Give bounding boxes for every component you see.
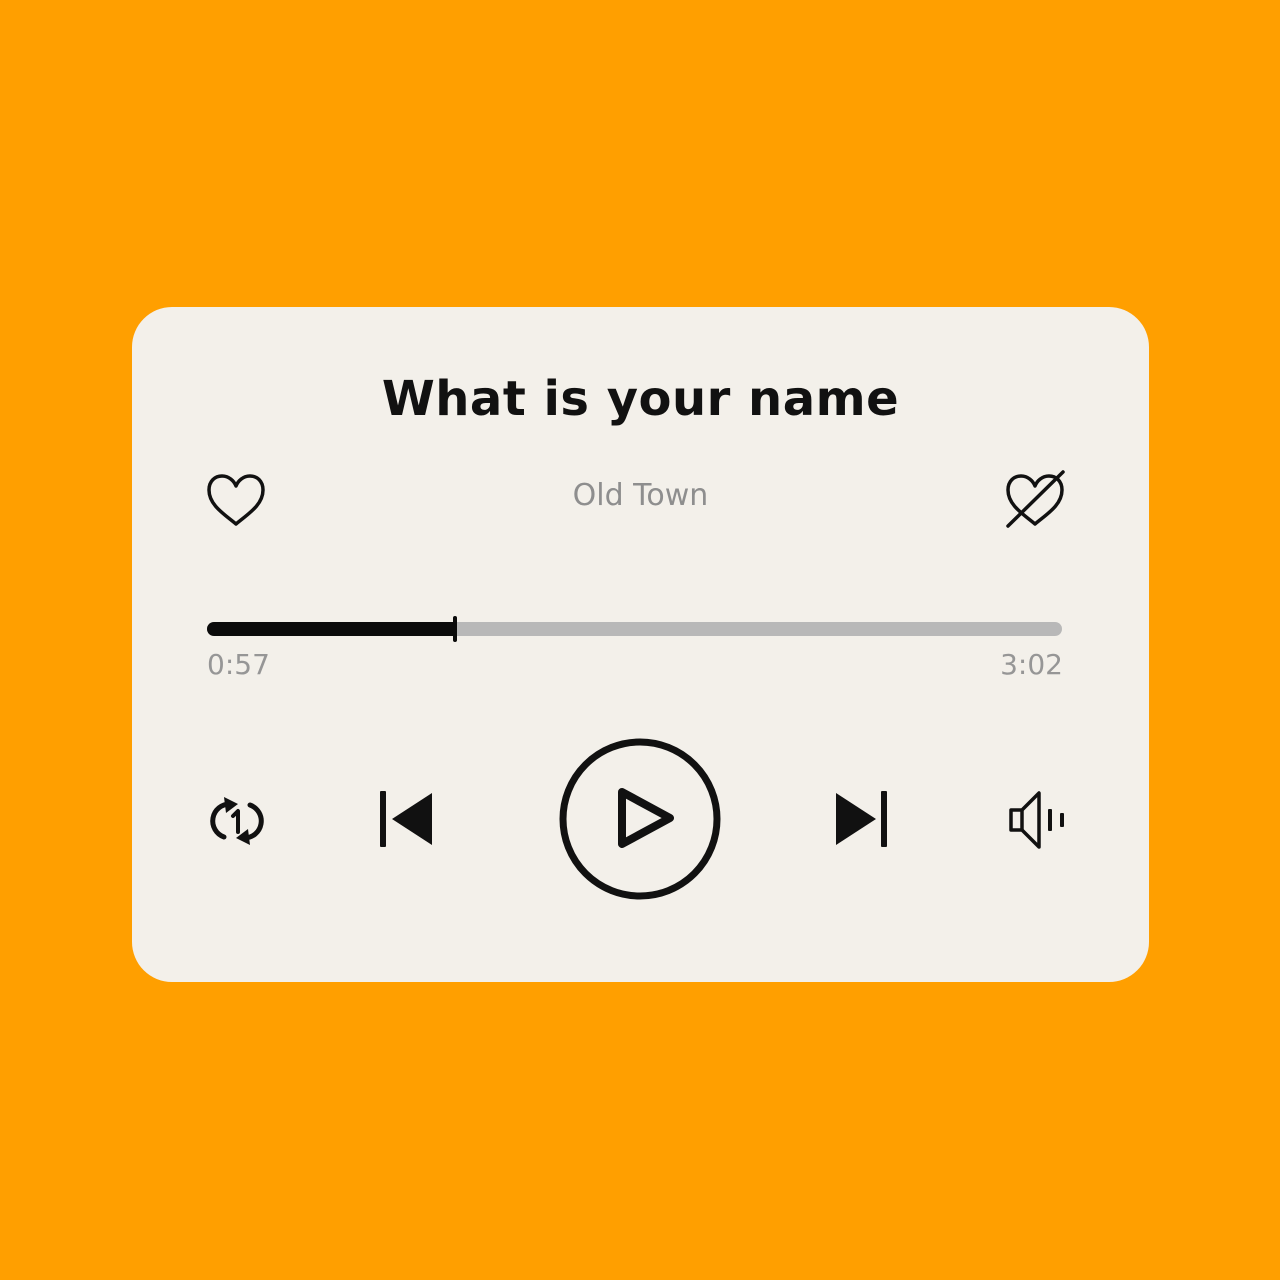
dislike-button[interactable]	[1003, 469, 1067, 529]
total-time: 3:02	[1000, 648, 1063, 681]
skip-next-icon	[836, 791, 887, 847]
progress-bar-played	[207, 622, 455, 636]
repeat-one-icon	[210, 797, 264, 845]
play-button[interactable]	[558, 737, 722, 901]
volume-button[interactable]	[1008, 789, 1072, 851]
skip-previous-icon	[380, 791, 432, 847]
track-title: What is your name	[381, 371, 900, 427]
previous-button[interactable]	[376, 789, 436, 849]
artist-name: Old Town	[572, 478, 709, 513]
music-player-card: What is your name Old Town 0:57 3:02	[132, 307, 1149, 982]
elapsed-time: 0:57	[207, 648, 270, 681]
next-button[interactable]	[834, 789, 890, 849]
progress-bar[interactable]	[207, 616, 1062, 642]
speaker-volume-icon	[1009, 791, 1064, 849]
play-circle-icon	[559, 738, 721, 900]
progress-handle[interactable]	[452, 616, 457, 642]
heart-crossed-icon	[1006, 470, 1065, 528]
repeat-button[interactable]	[206, 795, 268, 847]
